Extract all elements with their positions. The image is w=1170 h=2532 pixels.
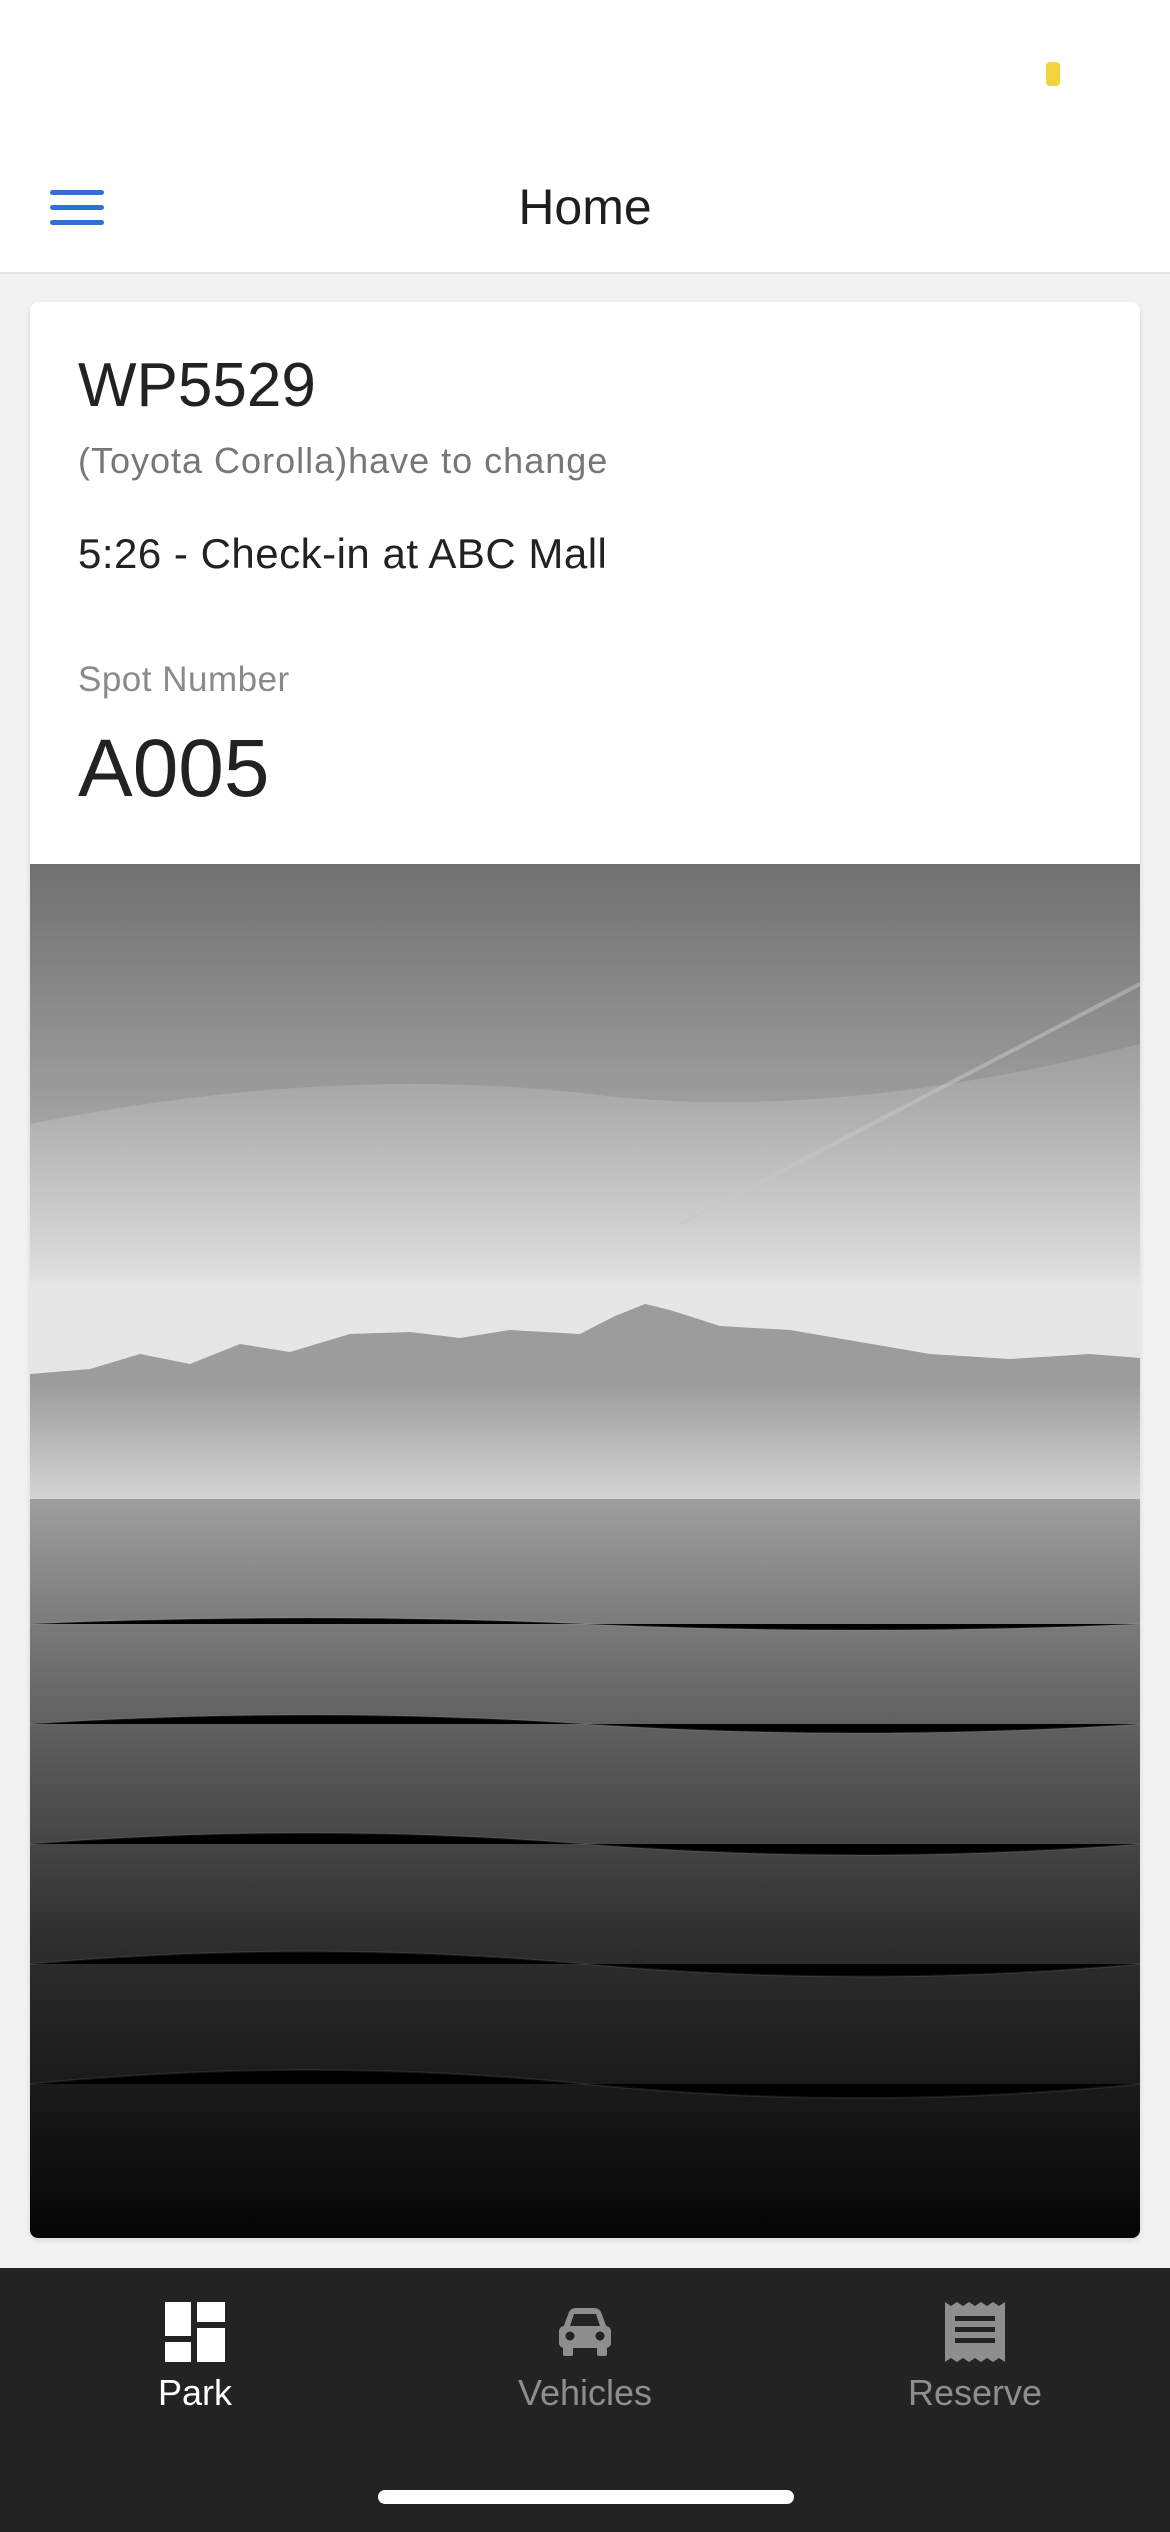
license-plate: WP5529 (78, 351, 316, 420)
checkin-info: 5:26 - Check-in at ABC Mall (78, 530, 608, 577)
page-title: Home (518, 179, 652, 235)
dashboard-grid-icon (165, 2302, 225, 2362)
tab-reserve[interactable]: Reserve (825, 2302, 1125, 2422)
spot-number-value: A005 (78, 723, 270, 814)
app-header: Home (0, 150, 1170, 274)
home-indicator[interactable] (378, 2490, 794, 2504)
tab-vehicles-label: Vehicles (517, 2372, 653, 2413)
spot-number-label: Spot Number (78, 660, 290, 699)
lake-mountain-photo (30, 864, 1140, 2238)
status-bar (0, 0, 1170, 150)
bottom-tab-bar: Park Vehicles Reserve (0, 2268, 1170, 2532)
tab-park-label: Park (157, 2372, 233, 2413)
receipt-icon (945, 2302, 1005, 2362)
tab-vehicles[interactable]: Vehicles (435, 2302, 735, 2422)
status-indicator-dot (1046, 62, 1060, 86)
tab-reserve-label: Reserve (907, 2372, 1043, 2413)
parking-session-card[interactable]: WP5529 (Toyota Corolla)have to change 5:… (30, 302, 1140, 2238)
tab-park[interactable]: Park (45, 2302, 345, 2422)
car-icon (559, 2308, 611, 2356)
vehicle-model: (Toyota Corolla)have to change (78, 440, 609, 481)
